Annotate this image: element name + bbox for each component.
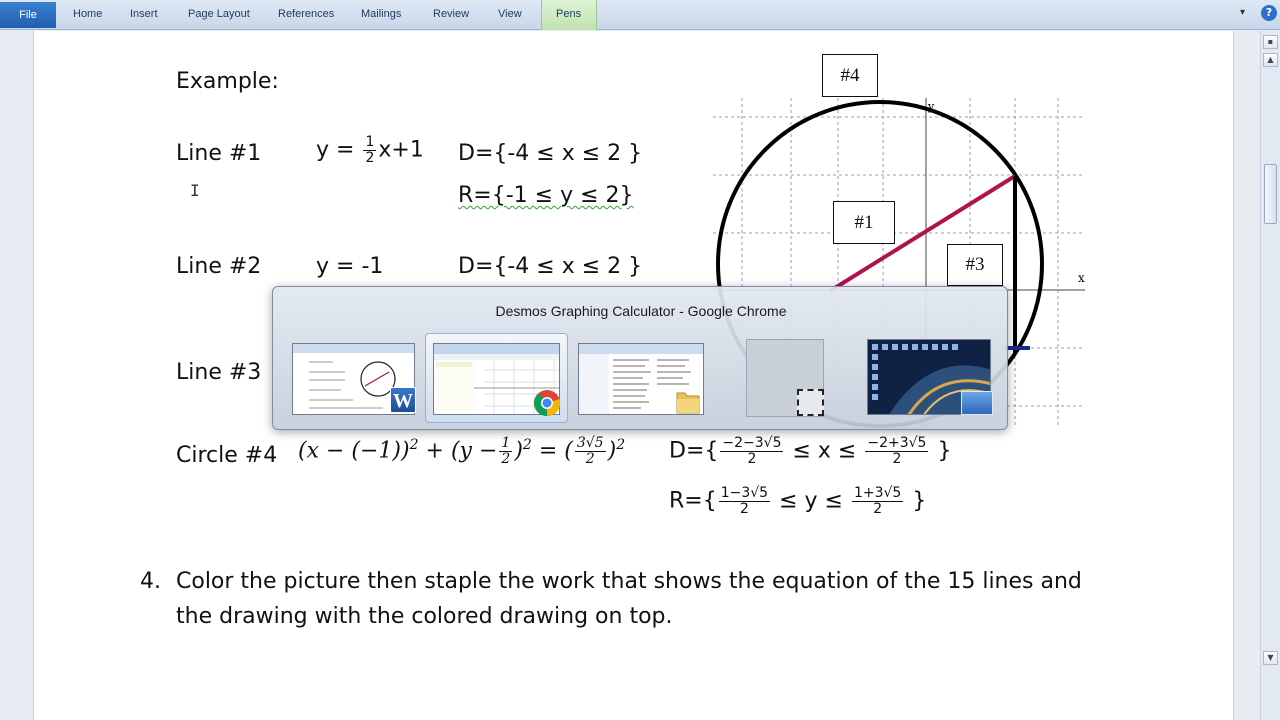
scroll-down-arrow-icon[interactable]: ▼ bbox=[1263, 651, 1278, 665]
domain-right-fraction: −2+3√5 2 bbox=[865, 435, 929, 467]
line1-slope-fraction: 12 bbox=[363, 134, 377, 166]
line1-frac-num: 1 bbox=[363, 134, 377, 151]
range-prefix: R={ bbox=[669, 488, 717, 514]
tab-mailings[interactable]: Mailings bbox=[361, 8, 401, 20]
range-right-fraction: 1+3√5 2 bbox=[851, 485, 904, 517]
domain-prefix: D={ bbox=[669, 438, 719, 464]
circle-eq-part2: + (y − bbox=[425, 438, 498, 464]
tab-review[interactable]: Review bbox=[433, 8, 469, 20]
x-axis-label: x bbox=[1078, 271, 1085, 285]
chrome-app-icon bbox=[533, 389, 561, 417]
circle-eq-equals: = bbox=[538, 438, 558, 464]
switcher-title: Desmos Graphing Calculator - Google Chro… bbox=[495, 303, 787, 319]
line1-eq-suffix: x+1 bbox=[378, 137, 424, 163]
circle4-label: Circle #4 bbox=[176, 443, 278, 468]
line2-equation: y = -1 bbox=[316, 254, 384, 279]
range-mid: ≤ y ≤ bbox=[779, 488, 843, 514]
circle4-range: R={1−3√5 2 ≤ y ≤ 1+3√5 2 } bbox=[669, 486, 926, 517]
example-heading: Example: bbox=[176, 69, 279, 94]
half-num: 1 bbox=[499, 435, 513, 452]
scroll-up-arrow-icon[interactable]: ▲ bbox=[1263, 53, 1278, 67]
line2-label: Line #2 bbox=[176, 254, 262, 279]
line1-domain: D={-4 ≤ x ≤ 2 } bbox=[458, 141, 643, 166]
line3-label: Line #3 bbox=[176, 360, 262, 385]
range-left-num: 1−3√5 bbox=[718, 485, 771, 502]
circle-eq-part1: (x − (−1)) bbox=[298, 438, 410, 464]
domain-close: } bbox=[937, 438, 952, 464]
range-left-fraction: 1−3√5 2 bbox=[718, 485, 771, 517]
tab-page-layout[interactable]: Page Layout bbox=[188, 8, 250, 20]
file-tab[interactable]: File bbox=[0, 2, 56, 28]
tab-pens[interactable]: Pens bbox=[556, 8, 581, 20]
step4-line-a: Color the picture then staple the work t… bbox=[176, 569, 1082, 594]
tab-insert[interactable]: Insert bbox=[130, 8, 158, 20]
tab-home[interactable]: Home bbox=[73, 8, 102, 20]
circle-eq-part3: ) bbox=[514, 438, 523, 464]
domain-right-den: 2 bbox=[892, 451, 902, 467]
domain-left-fraction: −2−3√5 2 bbox=[720, 435, 784, 467]
tab-view[interactable]: View bbox=[498, 8, 522, 20]
domain-left-num: −2−3√5 bbox=[720, 435, 784, 452]
domain-right-num: −2+3√5 bbox=[865, 435, 929, 452]
folder-graphic bbox=[676, 392, 700, 414]
circle-exp2: 2 bbox=[522, 437, 532, 454]
ribbon-tab-bar: File Home Insert Page Layout References … bbox=[0, 0, 1280, 30]
step4-line-b: the drawing with the colored drawing on … bbox=[176, 604, 673, 629]
rhs-den: 2 bbox=[585, 451, 595, 467]
folder-app-icon bbox=[675, 387, 701, 415]
word-app-icon: W bbox=[390, 387, 416, 413]
window-switcher: Desmos Graphing Calculator - Google Chro… bbox=[272, 286, 1008, 430]
line1-range: R={-1 ≤ y ≤ 2} bbox=[458, 183, 634, 208]
range-right-num: 1+3√5 bbox=[851, 485, 904, 502]
help-icon[interactable]: ? bbox=[1261, 5, 1277, 21]
window-placeholder-icon bbox=[797, 389, 824, 416]
line1-eq-prefix: y = bbox=[316, 137, 362, 163]
circle-half-fraction: 12 bbox=[499, 435, 513, 467]
scrollbar-thumb[interactable] bbox=[1264, 164, 1277, 224]
label-box-4: #4 bbox=[822, 54, 878, 97]
domain-mid: ≤ x ≤ bbox=[792, 438, 857, 464]
rhs-num: 3√5 bbox=[574, 435, 606, 452]
chrome-logo-graphic bbox=[533, 390, 561, 417]
line1-frac-den: 2 bbox=[365, 150, 375, 166]
range-left-den: 2 bbox=[739, 501, 749, 517]
circle-exp1: 2 bbox=[409, 437, 419, 454]
line2-domain: D={-4 ≤ x ≤ 2 } bbox=[458, 254, 643, 279]
vertical-scrollbar[interactable]: ▪ ▲ ▼ bbox=[1260, 31, 1280, 720]
line1-label: Line #1 bbox=[176, 141, 262, 166]
range-close: } bbox=[912, 488, 927, 514]
ibeam-cursor-icon: I bbox=[190, 181, 200, 200]
label-box-1: #1 bbox=[833, 201, 895, 244]
desktop-icon bbox=[961, 391, 993, 415]
line1-equation: y = 1 2 x+1 bbox=[316, 135, 424, 166]
circle4-equation: (x − (−1))2 + (y −1 2)2 = (3√5 2)2 bbox=[298, 435, 626, 467]
label-box-3: #3 bbox=[947, 244, 1003, 286]
tab-references[interactable]: References bbox=[278, 8, 334, 20]
range-right-den: 2 bbox=[873, 501, 883, 517]
minimize-ribbon-icon[interactable]: ▾ bbox=[1240, 7, 1245, 18]
circle-exp3: 2 bbox=[616, 437, 626, 454]
step4-number: 4. bbox=[140, 569, 161, 594]
half-den: 2 bbox=[501, 451, 511, 467]
circle-rhs-fraction: 3√5 2 bbox=[574, 435, 606, 467]
ruler-toggle-icon[interactable]: ▪ bbox=[1263, 35, 1278, 49]
domain-left-den: 2 bbox=[747, 451, 757, 467]
circle4-domain: D={−2−3√5 2 ≤ x ≤ −2+3√5 2 } bbox=[669, 436, 951, 467]
